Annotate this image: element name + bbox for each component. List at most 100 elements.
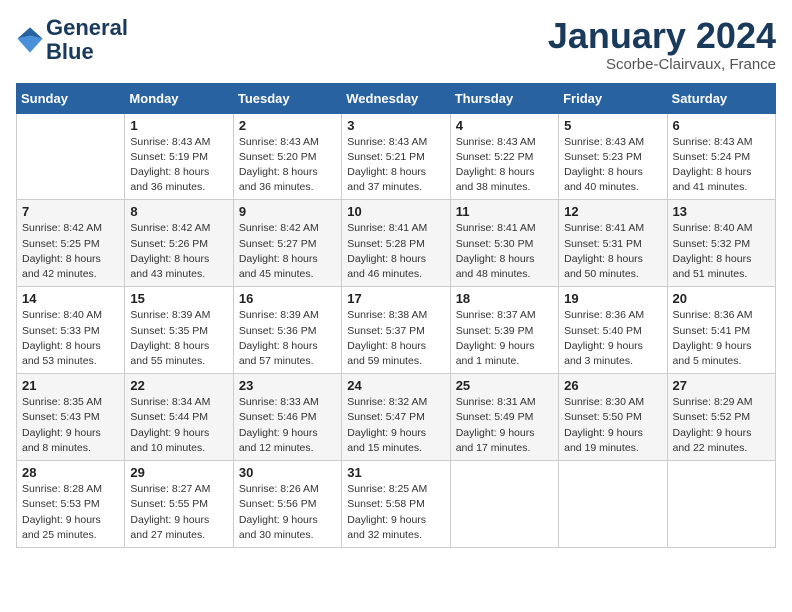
day-cell: 6Sunrise: 8:43 AMSunset: 5:24 PMDaylight… [667, 113, 775, 200]
header-cell-saturday: Saturday [667, 83, 775, 113]
day-cell: 29 Sunrise: 8:27 AMSunset: 5:55 PMDayligh… [125, 461, 233, 548]
calendar-table: SundayMondayTuesdayWednesdayThursdayFrid… [16, 83, 776, 548]
header-cell-tuesday: Tuesday [233, 83, 341, 113]
cell-content: Sunrise: 8:25 AMSunset: 5:58 PMDaylight:… [347, 482, 444, 543]
day-cell: 17 Sunrise: 8:38 AMSunset: 5:37 PMDayligh… [342, 287, 450, 374]
cell-content: Sunrise: 8:36 AMSunset: 5:41 PMDaylight:… [673, 308, 770, 369]
cell-content: Sunrise: 8:29 AMSunset: 5:52 PMDaylight:… [673, 395, 770, 456]
day-number: 6 [673, 118, 770, 133]
day-cell: 8Sunrise: 8:42 AMSunset: 5:26 PMDaylight… [125, 200, 233, 287]
week-row-2: 7 Sunrise: 8:42 AMSunset: 5:25 PMDaylight… [17, 200, 776, 287]
day-number: 2 [239, 118, 336, 133]
cell-content: Sunrise: 8:39 AMSunset: 5:35 PMDaylight:… [130, 308, 227, 369]
header-cell-thursday: Thursday [450, 83, 558, 113]
cell-content: Sunrise: 8:27 AMSunset: 5:55 PMDaylight:… [130, 482, 227, 543]
cell-content: Sunrise: 8:36 AMSunset: 5:40 PMDaylight:… [564, 308, 661, 369]
day-cell: 5Sunrise: 8:43 AMSunset: 5:23 PMDaylight… [559, 113, 667, 200]
cell-content: Sunrise: 8:41 AMSunset: 5:30 PMDaylight:… [456, 221, 553, 282]
day-number: 19 [564, 291, 661, 306]
day-cell: 31 Sunrise: 8:25 AMSunset: 5:58 PMDayligh… [342, 461, 450, 548]
day-number: 11 [456, 204, 553, 219]
cell-content: Sunrise: 8:39 AMSunset: 5:36 PMDaylight:… [239, 308, 336, 369]
cell-content: Sunrise: 8:34 AMSunset: 5:44 PMDaylight:… [130, 395, 227, 456]
day-number: 8 [130, 204, 227, 219]
logo-line2: Blue [46, 40, 128, 64]
day-cell: 14Sunrise: 8:40 AMSunset: 5:33 PMDayligh… [17, 287, 125, 374]
day-cell: 21Sunrise: 8:35 AMSunset: 5:43 PMDayligh… [17, 374, 125, 461]
cell-content: Sunrise: 8:35 AMSunset: 5:43 PMDaylight:… [22, 395, 119, 456]
day-number: 3 [347, 118, 444, 133]
logo-icon [16, 26, 44, 54]
day-number: 16 [239, 291, 336, 306]
cell-content: Sunrise: 8:43 AMSunset: 5:22 PMDaylight:… [456, 135, 553, 196]
day-number: 28 [22, 465, 119, 480]
day-number: 30 [239, 465, 336, 480]
week-row-5: 28 Sunrise: 8:28 AMSunset: 5:53 PMDayligh… [17, 461, 776, 548]
cell-content: Sunrise: 8:26 AMSunset: 5:56 PMDaylight:… [239, 482, 336, 543]
day-number: 29 [130, 465, 227, 480]
day-number: 24 [347, 378, 444, 393]
day-number: 31 [347, 465, 444, 480]
day-cell: 30 Sunrise: 8:26 AMSunset: 5:56 PMDayligh… [233, 461, 341, 548]
week-row-4: 21Sunrise: 8:35 AMSunset: 5:43 PMDayligh… [17, 374, 776, 461]
day-number: 20 [673, 291, 770, 306]
cell-content: Sunrise: 8:41 AMSunset: 5:28 PMDaylight:… [347, 221, 444, 282]
cell-content: Sunrise: 8:40 AMSunset: 5:32 PMDaylight:… [673, 221, 770, 282]
day-cell: 24Sunrise: 8:32 AMSunset: 5:47 PMDayligh… [342, 374, 450, 461]
day-cell: 28 Sunrise: 8:28 AMSunset: 5:53 PMDayligh… [17, 461, 125, 548]
day-cell: 10Sunrise: 8:41 AMSunset: 5:28 PMDayligh… [342, 200, 450, 287]
cell-content: Sunrise: 8:42 AMSunset: 5:25 PMDaylight:… [22, 221, 119, 282]
day-number: 13 [673, 204, 770, 219]
day-number: 9 [239, 204, 336, 219]
cell-content: Sunrise: 8:31 AMSunset: 5:49 PMDaylight:… [456, 395, 553, 456]
day-cell: 22 Sunrise: 8:34 AMSunset: 5:44 PMDayligh… [125, 374, 233, 461]
cell-content: Sunrise: 8:41 AMSunset: 5:31 PMDaylight:… [564, 221, 661, 282]
week-row-1: 1 Sunrise: 8:43 AMSunset: 5:19 PMDaylight… [17, 113, 776, 200]
page-header: General Blue January 2024 Scorbe-Clairva… [16, 16, 776, 73]
day-cell [667, 461, 775, 548]
day-number: 4 [456, 118, 553, 133]
header-row: SundayMondayTuesdayWednesdayThursdayFrid… [17, 83, 776, 113]
title-block: January 2024 Scorbe-Clairvaux, France [548, 16, 776, 73]
day-number: 18 [456, 291, 553, 306]
header-cell-friday: Friday [559, 83, 667, 113]
day-cell: 27 Sunrise: 8:29 AMSunset: 5:52 PMDayligh… [667, 374, 775, 461]
day-cell: 12Sunrise: 8:41 AMSunset: 5:31 PMDayligh… [559, 200, 667, 287]
day-number: 1 [130, 118, 227, 133]
day-cell [17, 113, 125, 200]
cell-content: Sunrise: 8:43 AMSunset: 5:21 PMDaylight:… [347, 135, 444, 196]
cell-content: Sunrise: 8:43 AMSunset: 5:23 PMDaylight:… [564, 135, 661, 196]
day-cell: 16 Sunrise: 8:39 AMSunset: 5:36 PMDayligh… [233, 287, 341, 374]
header-cell-sunday: Sunday [17, 83, 125, 113]
day-cell: 23Sunrise: 8:33 AMSunset: 5:46 PMDayligh… [233, 374, 341, 461]
cell-content: Sunrise: 8:28 AMSunset: 5:53 PMDaylight:… [22, 482, 119, 543]
day-number: 17 [347, 291, 444, 306]
logo-line1: General [46, 16, 128, 40]
cell-content: Sunrise: 8:40 AMSunset: 5:33 PMDaylight:… [22, 308, 119, 369]
cell-content: Sunrise: 8:30 AMSunset: 5:50 PMDaylight:… [564, 395, 661, 456]
day-cell: 20 Sunrise: 8:36 AMSunset: 5:41 PMDayligh… [667, 287, 775, 374]
day-cell: 9 Sunrise: 8:42 AMSunset: 5:27 PMDaylight… [233, 200, 341, 287]
cell-content: Sunrise: 8:42 AMSunset: 5:27 PMDaylight:… [239, 221, 336, 282]
week-row-3: 14Sunrise: 8:40 AMSunset: 5:33 PMDayligh… [17, 287, 776, 374]
cell-content: Sunrise: 8:43 AMSunset: 5:19 PMDaylight:… [130, 135, 227, 196]
cell-content: Sunrise: 8:38 AMSunset: 5:37 PMDaylight:… [347, 308, 444, 369]
day-cell: 2Sunrise: 8:43 AMSunset: 5:20 PMDaylight… [233, 113, 341, 200]
day-cell: 7 Sunrise: 8:42 AMSunset: 5:25 PMDaylight… [17, 200, 125, 287]
day-cell: 3 Sunrise: 8:43 AMSunset: 5:21 PMDaylight… [342, 113, 450, 200]
day-cell: 1 Sunrise: 8:43 AMSunset: 5:19 PMDaylight… [125, 113, 233, 200]
day-number: 25 [456, 378, 553, 393]
day-number: 22 [130, 378, 227, 393]
location-subtitle: Scorbe-Clairvaux, France [548, 56, 776, 73]
header-cell-monday: Monday [125, 83, 233, 113]
logo: General Blue [16, 16, 128, 64]
day-cell [450, 461, 558, 548]
day-cell: 18Sunrise: 8:37 AMSunset: 5:39 PMDayligh… [450, 287, 558, 374]
day-cell: 26 Sunrise: 8:30 AMSunset: 5:50 PMDayligh… [559, 374, 667, 461]
day-cell: 13 Sunrise: 8:40 AMSunset: 5:32 PMDayligh… [667, 200, 775, 287]
day-number: 7 [22, 204, 119, 219]
day-number: 15 [130, 291, 227, 306]
day-cell: 25 Sunrise: 8:31 AMSunset: 5:49 PMDayligh… [450, 374, 558, 461]
day-number: 26 [564, 378, 661, 393]
day-number: 27 [673, 378, 770, 393]
